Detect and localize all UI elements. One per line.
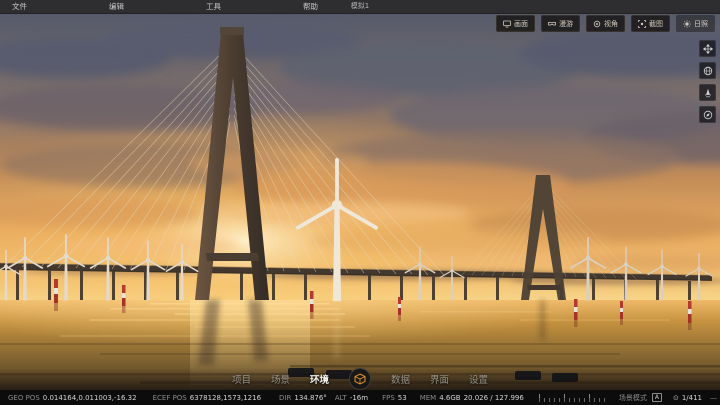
ecef-pos-value: 6378128,1573,1216 bbox=[190, 394, 261, 402]
screenshot-button[interactable]: 截图 bbox=[631, 15, 670, 32]
orbit-tool-button[interactable] bbox=[699, 62, 716, 79]
fps-label: FPS bbox=[382, 394, 395, 402]
pan-icon bbox=[703, 44, 713, 54]
camera-icon bbox=[593, 20, 601, 28]
tab-data[interactable]: 数据 bbox=[391, 372, 410, 386]
menu-bar: 文件 编辑 工具 帮助 模拟1 bbox=[0, 0, 720, 14]
viewpoint-button-label: 视角 bbox=[604, 19, 618, 29]
menu-item-help[interactable]: 帮助 bbox=[293, 0, 328, 13]
app-logo-button[interactable] bbox=[349, 368, 371, 390]
globe-icon bbox=[703, 66, 713, 76]
timeline-ruler[interactable] bbox=[539, 394, 609, 402]
rocket-icon bbox=[703, 88, 713, 98]
compass-icon bbox=[703, 110, 713, 120]
sunlight-button[interactable]: 日照 bbox=[676, 15, 715, 32]
menu-item-edit[interactable]: 编辑 bbox=[99, 0, 134, 13]
screenshot-icon bbox=[638, 20, 646, 28]
mem-label: MEM bbox=[420, 394, 437, 402]
mem-detail-value: 20.026 / 127.996 bbox=[464, 394, 524, 402]
dir-value: 134.876° bbox=[294, 394, 326, 402]
geo-pos-label: GEO POS bbox=[8, 394, 40, 402]
mode-badge: A bbox=[652, 393, 662, 402]
cube-logo-icon bbox=[354, 370, 366, 389]
tab-interface[interactable]: 界面 bbox=[430, 372, 449, 386]
menu-item-tools[interactable]: 工具 bbox=[196, 0, 231, 13]
display-button[interactable]: 画面 bbox=[496, 15, 535, 32]
tab-settings[interactable]: 设置 bbox=[469, 372, 488, 386]
application-window: 文件 编辑 工具 帮助 模拟1 bbox=[0, 0, 720, 405]
bottom-tab-bar: 项目 场景 环境 数据 界面 设置 bbox=[0, 368, 720, 390]
mode-label: 场景模式 bbox=[619, 393, 647, 403]
version-separator: — bbox=[710, 394, 717, 402]
menu-item-file[interactable]: 文件 bbox=[2, 0, 37, 13]
screenshot-button-label: 截图 bbox=[649, 19, 663, 29]
geo-pos-value: 0.014164,0.011003,-16.32 bbox=[43, 394, 137, 402]
frame-ratio-value: 1/411 bbox=[682, 394, 702, 402]
tab-scene[interactable]: 场景 bbox=[271, 372, 290, 386]
scene-toolbar: 画面 漫游 视角 截图 日照 bbox=[496, 15, 715, 32]
sun-icon bbox=[683, 20, 691, 28]
compass-tool-button[interactable] bbox=[699, 106, 716, 123]
roam-button[interactable]: 漫游 bbox=[541, 15, 580, 32]
dir-label: DIR bbox=[279, 394, 291, 402]
fly-tool-button[interactable] bbox=[699, 84, 716, 101]
clock-icon: ⊙ bbox=[673, 394, 679, 402]
tab-project[interactable]: 项目 bbox=[232, 372, 251, 386]
status-bar: GEO POS 0.014164,0.011003,-16.32 ECEF PO… bbox=[0, 390, 720, 405]
vr-goggles-icon bbox=[548, 20, 556, 28]
monitor-icon bbox=[503, 20, 511, 28]
view-tools bbox=[699, 40, 716, 123]
alt-label: ALT bbox=[335, 394, 347, 402]
alt-value: -16m bbox=[350, 394, 368, 402]
roam-button-label: 漫游 bbox=[559, 19, 573, 29]
mem-value: 4.6GB bbox=[439, 394, 460, 402]
tab-environment[interactable]: 环境 bbox=[310, 372, 329, 386]
window-title: 模拟1 bbox=[351, 0, 369, 13]
display-button-label: 画面 bbox=[514, 19, 528, 29]
sunlight-button-label: 日照 bbox=[694, 19, 708, 29]
viewpoint-button[interactable]: 视角 bbox=[586, 15, 625, 32]
fps-value: 53 bbox=[398, 394, 407, 402]
viewport-3d-scene[interactable] bbox=[0, 13, 720, 390]
ecef-pos-label: ECEF POS bbox=[153, 394, 187, 402]
scene-render bbox=[0, 13, 720, 390]
pan-tool-button[interactable] bbox=[699, 40, 716, 57]
